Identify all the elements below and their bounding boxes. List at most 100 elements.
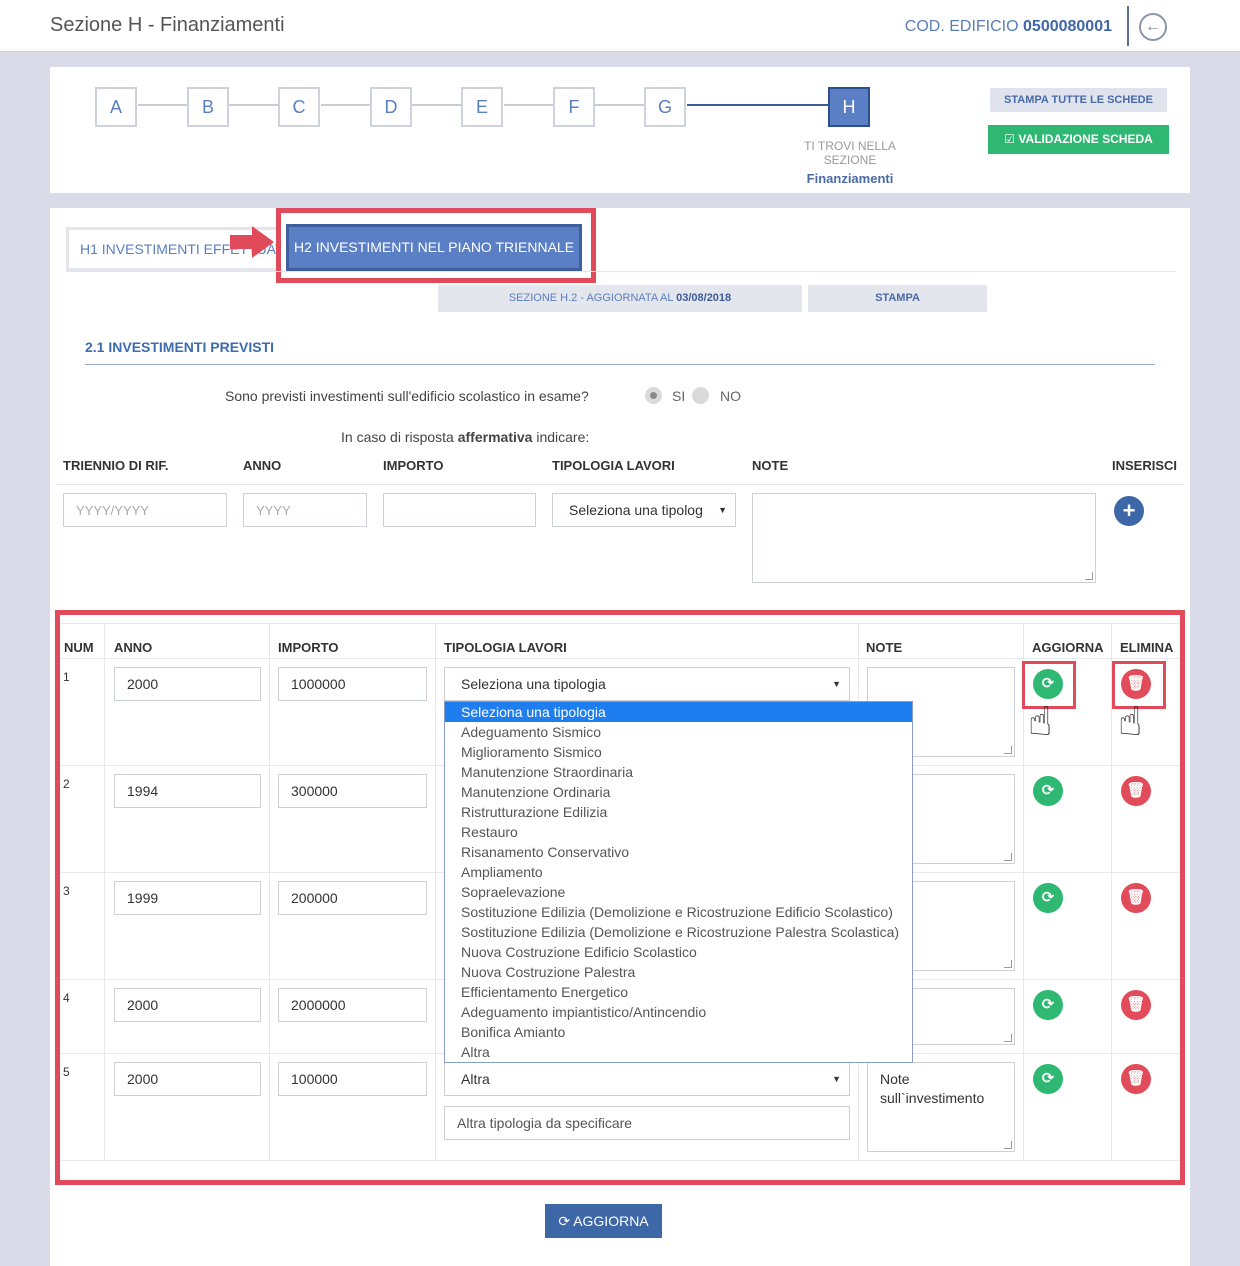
dropdown-option[interactable]: Adeguamento Sismico: [445, 722, 912, 742]
row-tipologia-select[interactable]: Altra ▼: [444, 1062, 850, 1096]
plus-icon[interactable]: +: [1114, 496, 1144, 526]
refresh-icon[interactable]: ⟳: [1033, 776, 1063, 806]
step-d[interactable]: D: [370, 87, 412, 127]
validate-button-label: VALIDAZIONE SCHEDA: [1018, 132, 1153, 146]
resize-grip-icon[interactable]: [1004, 1141, 1012, 1149]
dropdown-option[interactable]: Nuova Costruzione Edificio Scolastico: [445, 942, 912, 962]
col-divider: [435, 623, 436, 1160]
table-top-rule: [60, 623, 1180, 624]
trash-icon[interactable]: 🗑: [1121, 990, 1151, 1020]
importo-input[interactable]: [383, 493, 536, 527]
row-importo-input[interactable]: 100000: [278, 1062, 427, 1096]
step-a[interactable]: A: [95, 87, 137, 127]
dropdown-option[interactable]: Ristrutturazione Edilizia: [445, 802, 912, 822]
resize-grip-icon[interactable]: [1004, 960, 1012, 968]
hint-post: indicare:: [536, 429, 590, 445]
print-all-button[interactable]: STAMPA TUTTE LE SCHEDE: [990, 88, 1167, 112]
hand-pointer-icon: ☝: [1028, 700, 1053, 744]
th-aggiorna: AGGIORNA: [1032, 640, 1104, 655]
dropdown-option[interactable]: Ampliamento: [445, 862, 912, 882]
step-c[interactable]: C: [278, 87, 320, 127]
radio-no[interactable]: [692, 387, 709, 404]
row-importo-input[interactable]: 200000: [278, 881, 427, 915]
dropdown-option[interactable]: Nuova Costruzione Palestra: [445, 962, 912, 982]
dropdown-option[interactable]: Seleziona una tipologia: [445, 702, 912, 722]
dropdown-option[interactable]: Miglioramento Sismico: [445, 742, 912, 762]
hint-pre: In caso di risposta: [341, 429, 454, 445]
main-panel: H1 INVESTIMENTI EFFETTUATI H2 INVESTIMEN…: [50, 208, 1190, 1266]
dropdown-option[interactable]: Adeguamento impiantistico/Antincendio: [445, 1002, 912, 1022]
resize-grip-icon[interactable]: [1004, 853, 1012, 861]
step-connector: [229, 104, 279, 106]
resize-grip-icon[interactable]: [1004, 746, 1012, 754]
row-tipologia-value: Seleziona una tipologia: [461, 676, 606, 692]
anno-input[interactable]: YYYY: [243, 493, 367, 527]
section-update-info: SEZIONE H.2 - AGGIORNATA AL 03/08/2018: [438, 285, 802, 312]
row-num: 4: [63, 991, 70, 1005]
th-importo: IMPORTO: [278, 640, 339, 655]
radio-yes[interactable]: [645, 387, 662, 404]
row-anno-input[interactable]: 2000: [114, 1062, 261, 1096]
dropdown-option[interactable]: Bonifica Amianto: [445, 1022, 912, 1042]
row-anno-input[interactable]: 1994: [114, 774, 261, 808]
step-e[interactable]: E: [461, 87, 503, 127]
dropdown-option[interactable]: Altra: [445, 1042, 912, 1062]
dropdown-option[interactable]: Sostituzione Edilizia (Demolizione e Ric…: [445, 902, 912, 922]
row-note-textarea[interactable]: Note sull`investimento: [867, 1062, 1015, 1152]
dropdown-option[interactable]: Manutenzione Ordinaria: [445, 782, 912, 802]
tipologia-select[interactable]: Seleziona una tipolog ▼: [552, 493, 736, 527]
step-b[interactable]: B: [187, 87, 229, 127]
row-anno-input[interactable]: 1999: [114, 881, 261, 915]
trash-icon[interactable]: 🗑: [1121, 883, 1151, 913]
hand-pointer-icon: ☝: [1118, 700, 1143, 744]
print-button[interactable]: STAMPA: [808, 285, 987, 312]
tab-h1[interactable]: H1 INVESTIMENTI EFFETTUATI: [66, 227, 280, 271]
page-title: Sezione H - Finanziamenti: [50, 14, 285, 36]
question-text: Sono previsti investimenti sull'edificio…: [225, 388, 589, 404]
resize-grip-icon[interactable]: [1085, 572, 1093, 580]
section-update-prefix: SEZIONE H.2 - AGGIORNATA AL: [508, 292, 674, 304]
dropdown-option[interactable]: Sostituzione Edilizia (Demolizione e Ric…: [445, 922, 912, 942]
step-h[interactable]: H: [828, 87, 870, 127]
step-connector: [595, 104, 645, 106]
row-importo-input[interactable]: 2000000: [278, 988, 427, 1022]
resize-grip-icon[interactable]: [1004, 1034, 1012, 1042]
dropdown-option[interactable]: Sopraelevazione: [445, 882, 912, 902]
validate-button[interactable]: ☑ VALIDAZIONE SCHEDA: [988, 125, 1169, 154]
refresh-icon[interactable]: ⟳: [1033, 883, 1063, 913]
radio-yes-label: SI: [672, 388, 686, 404]
th-tipologia: TIPOLOGIA LAVORI: [444, 640, 567, 655]
row-importo-input[interactable]: 300000: [278, 774, 427, 808]
tipologia-select-value: Seleziona una tipolog: [569, 502, 703, 518]
trash-icon[interactable]: 🗑: [1121, 776, 1151, 806]
triennio-input[interactable]: YYYY/YYYY: [63, 493, 227, 527]
form-header-rule: [56, 484, 1185, 485]
step-g[interactable]: G: [644, 87, 686, 127]
row-importo-input[interactable]: 1000000: [278, 667, 427, 701]
col-head-anno: ANNO: [243, 458, 282, 473]
row-anno-input[interactable]: 2000: [114, 667, 261, 701]
header-divider: [1127, 6, 1129, 46]
step-f[interactable]: F: [553, 87, 595, 127]
table-bottom-rule: [60, 1160, 1180, 1161]
aggiorna-button[interactable]: ⟳ AGGIORNA: [545, 1204, 662, 1238]
tab-h2[interactable]: H2 INVESTIMENTI NEL PIANO TRIENNALE: [286, 224, 582, 271]
row-tipologia-select[interactable]: Seleziona una tipologia ▼: [444, 667, 850, 701]
dropdown-option[interactable]: Manutenzione Straordinaria: [445, 762, 912, 782]
aggiorna-button-label: AGGIORNA: [573, 1213, 649, 1229]
trash-icon[interactable]: 🗑: [1121, 1064, 1151, 1094]
refresh-icon[interactable]: ⟳: [1033, 990, 1063, 1020]
refresh-icon[interactable]: ⟳: [1033, 1064, 1063, 1094]
dropdown-option[interactable]: Risanamento Conservativo: [445, 842, 912, 862]
row-anno-input[interactable]: 2000: [114, 988, 261, 1022]
section-rule: [85, 364, 1155, 365]
note-textarea[interactable]: [752, 493, 1096, 583]
caret-down-icon: ▼: [832, 1074, 841, 1084]
row-num: 2: [63, 777, 70, 791]
dropdown-option[interactable]: Restauro: [445, 822, 912, 842]
dropdown-option[interactable]: Efficientamento Energetico: [445, 982, 912, 1002]
hint-text: In caso di risposta affermativa indicare…: [341, 429, 589, 445]
step-connector: [412, 104, 462, 106]
arrow-left-circle-icon[interactable]: ←: [1139, 13, 1167, 41]
altra-tipologia-input[interactable]: Altra tipologia da specificare: [444, 1106, 850, 1140]
